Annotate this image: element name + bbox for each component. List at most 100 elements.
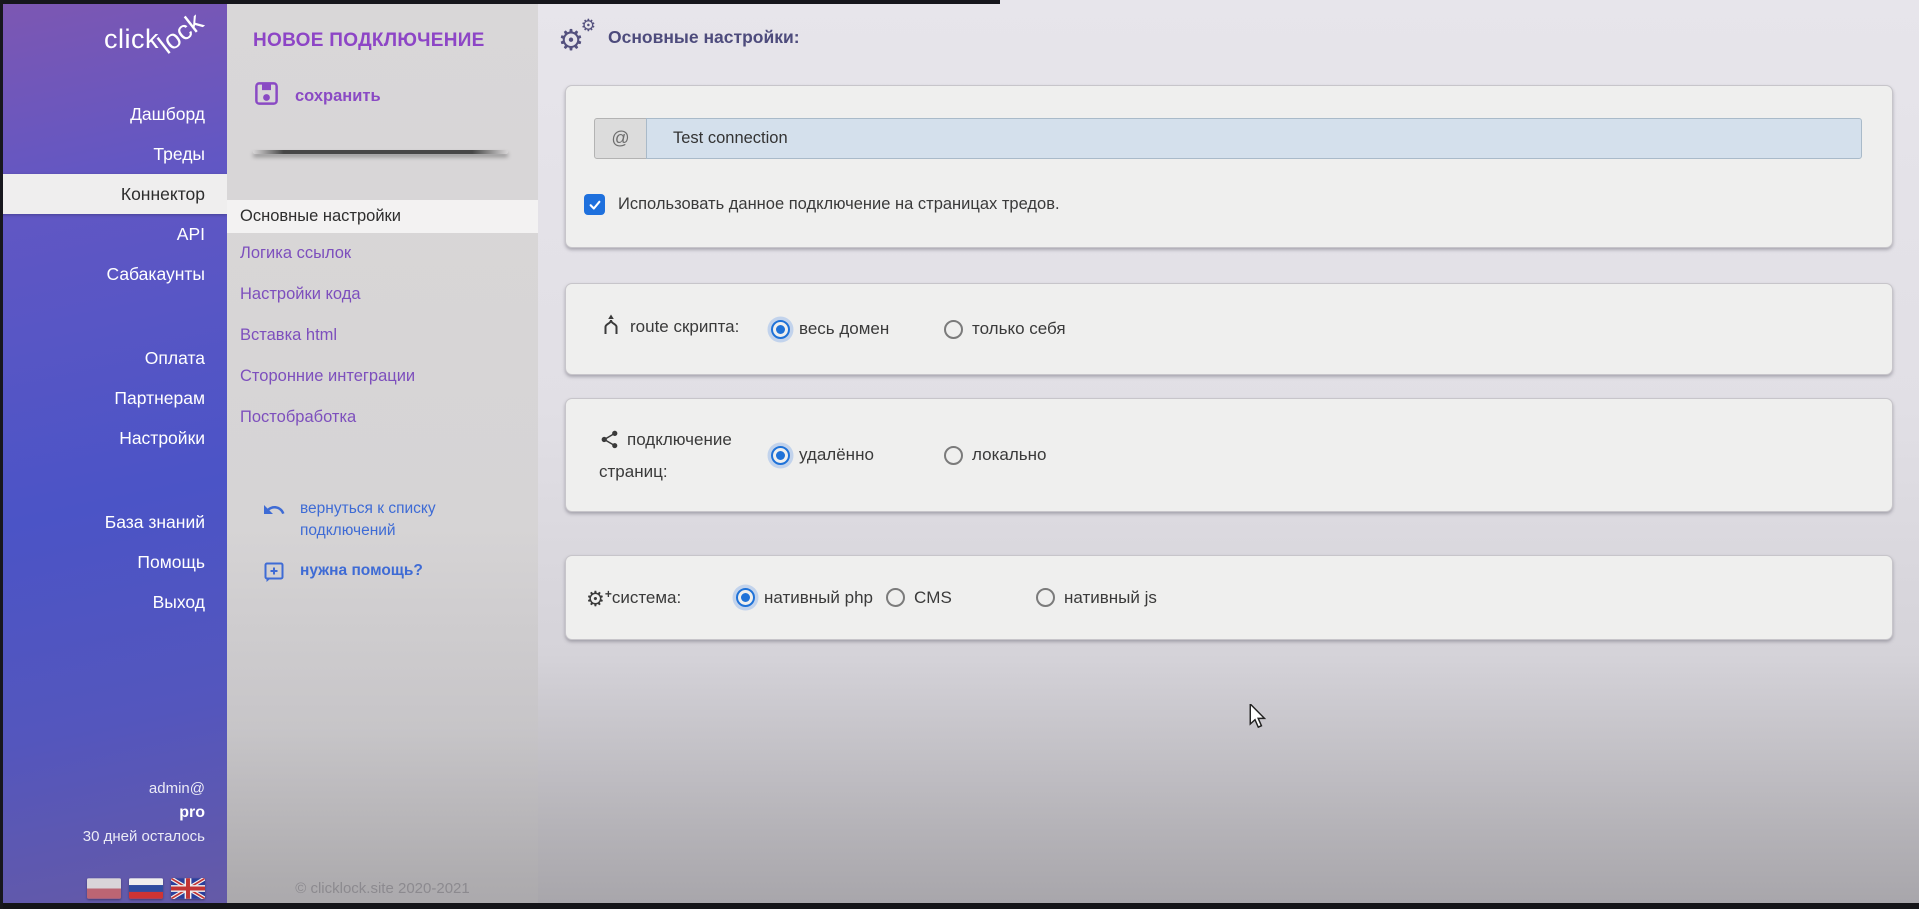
radio-remote[interactable] xyxy=(771,446,790,465)
menu-item-label: Сторонние интеграции xyxy=(240,367,415,386)
need-help-link[interactable]: нужна помощь? xyxy=(262,560,492,591)
menu-item-postprocessing[interactable]: Постобработка xyxy=(227,397,538,438)
radio-label-cms: CMS xyxy=(914,588,952,608)
sidebar-item-label: Сабакаунты xyxy=(106,264,205,285)
connection-panel: НОВОЕ ПОДКЛЮЧЕНИЕ сохранить Основные нас… xyxy=(227,0,538,909)
sidebar-item-label: Настройки xyxy=(119,428,205,449)
radio-only-self[interactable] xyxy=(944,320,963,339)
radio-option-remote[interactable]: удалённо xyxy=(771,445,944,465)
app-window: clicklock Дашборд Треды Коннектор API Сабака… xyxy=(0,0,1919,909)
account-info: admin@ pro 30 дней осталось xyxy=(83,777,205,849)
radio-native-js[interactable] xyxy=(1036,588,1055,607)
gear-plus-icon: ⚙+ xyxy=(586,589,605,610)
need-help-label: нужна помощь? xyxy=(300,560,423,591)
pages-group-label: подключение страниц: xyxy=(599,426,771,485)
radio-label-native-php: нативный php xyxy=(764,588,873,608)
poland-flag-icon[interactable] xyxy=(87,878,121,899)
menu-item-label: Вставка html xyxy=(240,326,337,345)
uk-flag-icon[interactable] xyxy=(171,878,205,899)
main-content: ⚙⚙ Основные настройки: @ Использовать да… xyxy=(538,0,1919,909)
sidebar-item-label: Треды xyxy=(153,144,205,165)
letterbox-bottom xyxy=(0,903,1919,909)
menu-item-link-logic[interactable]: Логика ссылок xyxy=(227,233,538,274)
menu-item-label: Постобработка xyxy=(240,408,356,427)
radio-option-only-self[interactable]: только себя xyxy=(944,319,1117,339)
sidebar-item-payment[interactable]: Оплата xyxy=(0,338,227,378)
back-to-list-link[interactable]: вернуться к списку подключений xyxy=(262,498,492,542)
section-heading-label: Основные настройки: xyxy=(608,27,800,48)
sidebar-item-dashboard[interactable]: Дашборд xyxy=(0,94,227,134)
option-groups: route скрипта: весь домен только себя подкл… xyxy=(538,283,1919,640)
account-days-left: 30 дней осталось xyxy=(83,825,205,849)
route-icon xyxy=(599,313,623,345)
sidebar-item-label: Партнерам xyxy=(114,388,205,409)
sidebar-item-threads[interactable]: Треды xyxy=(0,134,227,174)
sidebar-item-api[interactable]: API xyxy=(0,214,227,254)
connection-name-input[interactable] xyxy=(646,118,1862,159)
letterbox-left xyxy=(0,0,3,909)
menu-item-main-settings[interactable]: Основные настройки xyxy=(227,200,538,233)
radio-label-whole-domain: весь домен xyxy=(799,319,889,339)
menu-item-label: Настройки кода xyxy=(240,285,361,304)
basic-settings-card: @ Использовать данное подключение на стр… xyxy=(565,85,1893,248)
sidebar-item-subaccounts[interactable]: Сабакаунты xyxy=(0,254,227,294)
radio-option-native-php[interactable]: нативный php xyxy=(736,588,886,608)
sidebar-item-label: Коннектор xyxy=(121,184,205,205)
help-plus-icon xyxy=(262,560,286,591)
radio-option-cms[interactable]: CMS xyxy=(886,588,1036,608)
connection-settings-menu: Основные настройки Логика ссылок Настройки… xyxy=(227,200,538,438)
save-icon xyxy=(253,80,280,112)
share-icon xyxy=(599,429,620,458)
route-settings-card: route скрипта: весь домен только себя xyxy=(565,283,1893,375)
save-button[interactable]: сохранить xyxy=(253,80,433,112)
sidebar-item-knowledge-base[interactable]: База знаний xyxy=(0,502,227,542)
gears-icon: ⚙⚙ xyxy=(558,20,596,54)
system-settings-card: ⚙+система: нативный php CMS нативный js xyxy=(565,555,1893,640)
radio-option-native-js[interactable]: нативный js xyxy=(1036,588,1186,608)
sidebar-item-label: Выход xyxy=(153,592,205,613)
at-prefix: @ xyxy=(594,118,647,159)
language-switcher xyxy=(87,878,205,899)
radio-whole-domain[interactable] xyxy=(771,320,790,339)
copyright-footer: © clicklock.site 2020-2021 xyxy=(227,880,538,897)
radio-local[interactable] xyxy=(944,446,963,465)
connection-name-group: @ xyxy=(594,118,1862,159)
menu-item-label: Логика ссылок xyxy=(240,244,351,263)
radio-cms[interactable] xyxy=(886,588,905,607)
radio-native-php[interactable] xyxy=(736,588,755,607)
menu-item-integrations[interactable]: Сторонние интеграции xyxy=(227,356,538,397)
menu-item-label: Основные настройки xyxy=(240,207,401,226)
russia-flag-icon[interactable] xyxy=(129,878,163,899)
sidebar-item-label: Помощь xyxy=(137,552,205,573)
menu-item-code-settings[interactable]: Настройки кода xyxy=(227,274,538,315)
logo-text-click: click xyxy=(104,24,159,54)
account-email: admin@ xyxy=(83,777,205,801)
back-to-list-label: вернуться к списку подключений xyxy=(300,498,470,542)
letterbox-top xyxy=(0,0,1000,4)
system-group-label: ⚙+система: xyxy=(586,584,736,611)
radio-option-local[interactable]: локально xyxy=(944,445,1117,465)
clicklock-logo[interactable]: clicklock xyxy=(0,0,227,72)
sidebar-item-label: Оплата xyxy=(145,348,205,369)
sidebar-item-connector[interactable]: Коннектор xyxy=(0,174,227,214)
sidebar-item-label: Дашборд xyxy=(130,104,205,125)
undo-icon xyxy=(262,498,286,542)
use-on-threads-checkbox[interactable] xyxy=(584,194,605,215)
radio-option-whole-domain[interactable]: весь домен xyxy=(771,319,944,339)
account-plan: pro xyxy=(83,801,205,825)
radio-label-remote: удалённо xyxy=(799,445,874,465)
radio-label-local: локально xyxy=(972,445,1046,465)
panel-title: НОВОЕ ПОДКЛЮЧЕНИЕ xyxy=(227,0,538,52)
panel-divider xyxy=(253,150,508,154)
sidebar-item-partners[interactable]: Партнерам xyxy=(0,378,227,418)
save-button-label: сохранить xyxy=(295,87,381,106)
sidebar: clicklock Дашборд Треды Коннектор API Сабака… xyxy=(0,0,227,909)
radio-label-native-js: нативный js xyxy=(1064,588,1157,608)
panel-links: вернуться к списку подключений нужна пом… xyxy=(262,498,538,591)
route-group-label: route скрипта: xyxy=(599,313,771,345)
sidebar-item-help[interactable]: Помощь xyxy=(0,542,227,582)
menu-item-html-insert[interactable]: Вставка html xyxy=(227,315,538,356)
sidebar-item-logout[interactable]: Выход xyxy=(0,582,227,622)
use-on-threads-label: Использовать данное подключение на стран… xyxy=(618,195,1060,214)
sidebar-item-settings[interactable]: Настройки xyxy=(0,418,227,458)
